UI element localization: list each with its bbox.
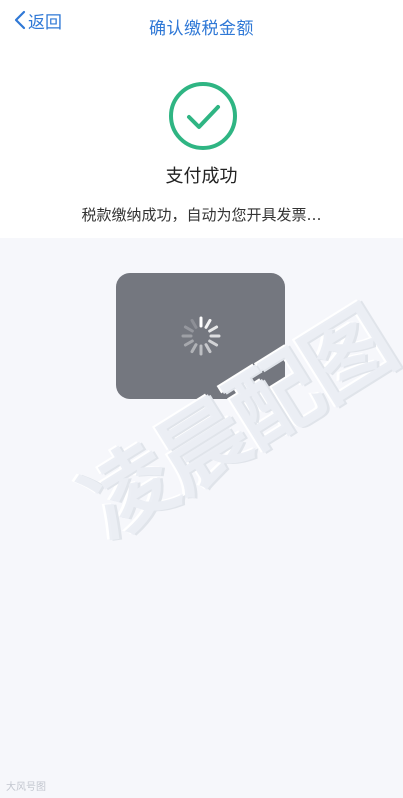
success-check-icon <box>169 82 237 150</box>
page-title: 确认缴税金额 <box>149 19 254 39</box>
spinner-icon <box>181 316 220 356</box>
navigation-bar: 返回 确认缴税金额 <box>0 0 403 46</box>
status-description: 税款缴纳成功，自动为您开具发票… <box>81 206 322 224</box>
corner-watermark: 大风号图 <box>6 782 46 793</box>
status-title: 支付成功 <box>165 166 238 187</box>
